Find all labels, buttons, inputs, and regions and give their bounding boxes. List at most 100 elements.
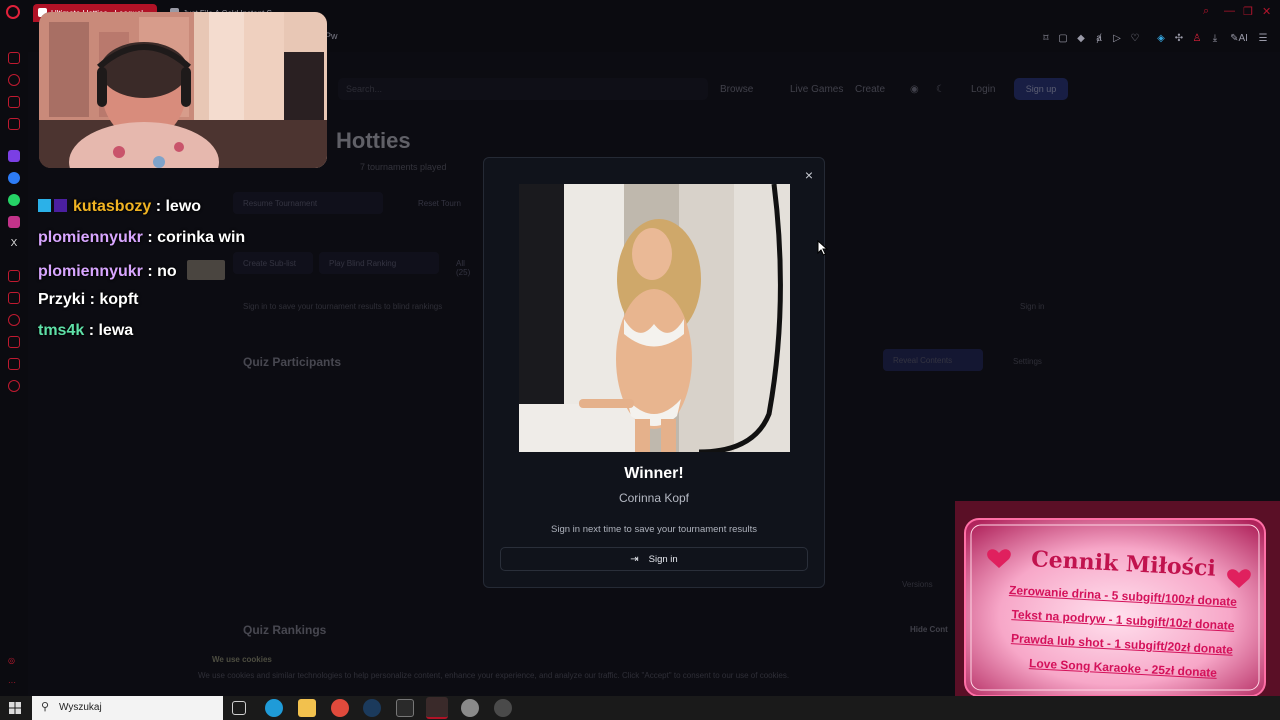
sidebar-twitch-icon[interactable]: [8, 150, 20, 162]
price-list-overlay: Cennik Miłości Zerowanie drina - 5 subgi…: [955, 501, 1280, 696]
heart-icon[interactable]: ♡: [1129, 33, 1141, 45]
all-filter-button[interactable]: All (25): [446, 252, 486, 277]
menu-icon[interactable]: ☰: [1257, 33, 1269, 45]
signin-button-label: Sign in: [648, 554, 678, 565]
webcam-feed: [39, 12, 327, 168]
windows-taskbar: ⚲ Wyszukaj: [0, 696, 1280, 720]
badge-icon: [38, 199, 51, 212]
signup-button[interactable]: Sign up: [1014, 78, 1068, 100]
winner-modal: × Winner! Corinna Kopf Sign in next time…: [483, 157, 825, 588]
sidebar-chat-icon[interactable]: [8, 358, 20, 370]
sidebar-messenger-icon[interactable]: [8, 52, 20, 64]
app-icon[interactable]: [461, 699, 479, 717]
chat-message: plomiennyukr : corinka win: [38, 229, 245, 247]
reset-tournament-button[interactable]: Reset Tourn: [408, 192, 488, 214]
nav-login[interactable]: Login: [971, 84, 995, 95]
hide-contents-button[interactable]: Hide Cont: [910, 625, 948, 634]
sidebar-more-icon[interactable]: ···: [8, 678, 20, 690]
sidebar-download-icon[interactable]: [8, 336, 20, 348]
signin-hint: Sign in to save your tournament results …: [243, 302, 443, 311]
windows-start-icon[interactable]: [9, 702, 21, 714]
extension-icon[interactable]: ◈: [1155, 33, 1167, 45]
chrome-icon[interactable]: [331, 699, 349, 717]
reveal-contents-button[interactable]: Reveal Contents: [883, 349, 983, 371]
opera-logo-icon[interactable]: [6, 5, 20, 19]
nav-live-games[interactable]: Live Games: [790, 84, 843, 95]
chat-username[interactable]: Przyki: [38, 291, 85, 308]
chat-message: kutasbozy : lewo: [38, 198, 201, 216]
page-subtitle: 7 tournaments played: [360, 162, 447, 172]
sidebar-instagram-icon[interactable]: [8, 216, 20, 228]
webcam-overlay: [39, 12, 327, 168]
sidebar-lock-icon[interactable]: [8, 96, 20, 108]
steam-icon[interactable]: [363, 699, 381, 717]
sidebar-flow-icon[interactable]: [8, 270, 20, 282]
sidebar-history-icon[interactable]: [8, 74, 20, 86]
task-view-icon[interactable]: [232, 701, 246, 715]
edge-icon[interactable]: [265, 699, 283, 717]
chat-username[interactable]: kutasbozy: [73, 198, 151, 215]
browser-sidebar: X ◎ ···: [0, 24, 28, 696]
chat-message: Przyki : kopft: [38, 291, 138, 309]
close-window-icon[interactable]: ✕: [1262, 5, 1271, 18]
opera-taskbar-icon[interactable]: [426, 697, 448, 719]
bookmark-icon[interactable]: ⌑: [1040, 33, 1052, 45]
settings-link[interactable]: Settings: [1013, 357, 1042, 366]
chat-message: tms4k : lewa: [38, 322, 133, 340]
play-blind-ranking-button[interactable]: Play Blind Ranking: [319, 252, 439, 274]
cookie-title: We use cookies: [212, 655, 272, 664]
winner-photo: [519, 184, 790, 452]
search-icon[interactable]: ⌕: [1203, 5, 1209, 18]
minimize-icon[interactable]: —: [1224, 5, 1235, 17]
dark-mode-icon[interactable]: ☾: [936, 84, 945, 95]
puzzle-icon[interactable]: ✣: [1173, 33, 1185, 45]
badge-icon: [54, 199, 67, 212]
maximize-icon[interactable]: ❐: [1243, 5, 1253, 18]
mouse-cursor-icon: [817, 240, 829, 256]
epic-games-icon[interactable]: [396, 699, 414, 717]
create-sublist-button[interactable]: Create Sub-list: [233, 252, 313, 274]
chat-text: : kopft: [89, 291, 139, 308]
shield-icon[interactable]: ◆: [1075, 33, 1087, 45]
sidebar-wallet-icon[interactable]: [8, 118, 20, 130]
winner-photo-art: [519, 184, 790, 452]
sidebar-grid-icon[interactable]: [8, 292, 20, 304]
close-icon[interactable]: ×: [805, 167, 813, 183]
nav-browse[interactable]: Browse: [720, 84, 753, 95]
signin-note: Sign in next time to save your tournamen…: [551, 524, 757, 535]
page-title: Hotties: [336, 128, 411, 153]
sidebar-messenger-app-icon[interactable]: [8, 172, 20, 184]
discord-icon[interactable]: ◉: [910, 84, 919, 95]
quiz-participants-heading: Quiz Participants: [243, 355, 342, 369]
chat-message: plomiennyukr : no: [38, 260, 226, 281]
translate-icon[interactable]: ⱥ: [1093, 33, 1105, 45]
chat-text: : corinka win: [147, 229, 246, 246]
sidebar-extra-icon[interactable]: ◎: [8, 656, 20, 668]
snapshot-icon[interactable]: ▢: [1057, 33, 1069, 45]
sidebar-whatsapp-icon[interactable]: [8, 194, 20, 206]
chat-text: : lewo: [155, 198, 202, 215]
resume-tournament-button[interactable]: Resume Tournament: [233, 192, 383, 214]
search-icon: ⚲: [41, 701, 50, 713]
play-icon[interactable]: ▷: [1111, 33, 1123, 45]
taskbar-search-input[interactable]: ⚲ Wyszukaj: [32, 696, 223, 720]
obs-icon[interactable]: [494, 699, 512, 717]
nav-create[interactable]: Create: [855, 84, 885, 95]
sidebar-settings-icon[interactable]: [8, 380, 20, 392]
taskbar-search-placeholder: Wyszukaj: [59, 702, 102, 713]
chat-username[interactable]: plomiennyukr: [38, 229, 143, 246]
signin-button[interactable]: ⇥ Sign in: [500, 547, 808, 571]
site-search-input[interactable]: Search...: [338, 78, 708, 100]
quiz-rankings-heading: Quiz Rankings: [243, 623, 327, 637]
winner-name: Corinna Kopf: [618, 491, 690, 505]
chat-username[interactable]: plomiennyukr: [38, 263, 143, 280]
sidebar-x-icon[interactable]: X: [8, 238, 20, 250]
profile-icon[interactable]: ♙: [1191, 33, 1203, 45]
versions-link[interactable]: Versions: [902, 580, 933, 589]
download-icon[interactable]: ⤓: [1209, 33, 1221, 45]
ai-icon[interactable]: ✎AI: [1229, 33, 1249, 45]
signin-link[interactable]: Sign in: [1020, 302, 1044, 311]
chat-username[interactable]: tms4k: [38, 322, 84, 339]
file-explorer-icon[interactable]: [298, 699, 316, 717]
sidebar-clock-icon[interactable]: [8, 314, 20, 326]
